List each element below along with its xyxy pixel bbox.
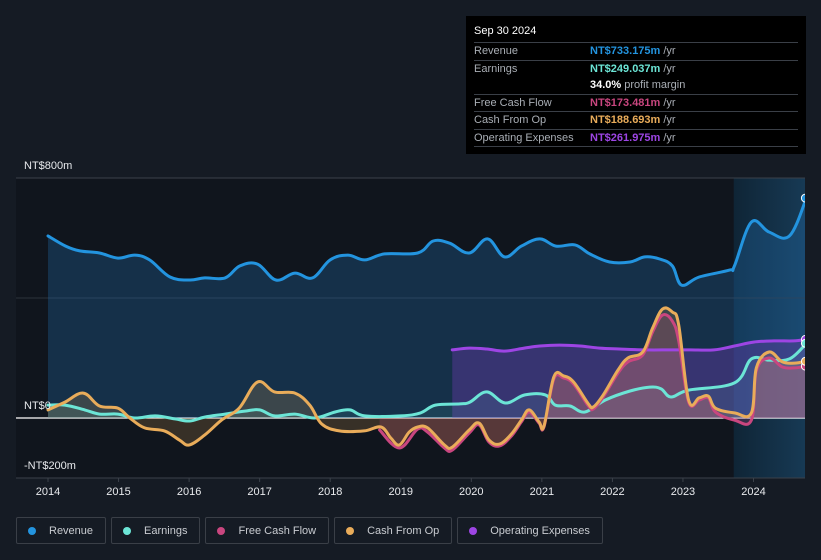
legend-dot-icon [469,526,478,535]
x-tick-label: 2024 [741,486,765,498]
tooltip-panel: Sep 30 2024 Revenue NT$733.175m /yr Earn… [466,16,806,154]
legend-dot-icon [217,526,226,535]
x-tick-label: 2017 [247,486,271,498]
x-tick-label: 2021 [530,486,554,498]
tooltip-unit: /yr [663,96,676,109]
tooltip-label: Cash From Op [474,114,547,127]
tooltip-unit: profit margin [624,79,686,92]
x-tick-label: 2018 [318,486,342,498]
tooltip-label: Free Cash Flow [474,96,552,109]
y-tick-label-800: NT$800m [24,160,73,172]
legend-item-operating-expenses[interactable]: Operating Expenses [457,517,603,544]
legend-label: Revenue [49,524,94,537]
tooltip-value: NT$733.175m [590,45,661,58]
tooltip-row-cash-from-op: Cash From Op NT$188.693m /yr [474,112,798,130]
tooltip-row-earnings: Earnings NT$249.037m /yr [474,61,798,78]
tooltip-unit: /yr [663,131,676,144]
legend-item-earnings[interactable]: Earnings [111,517,201,544]
y-tick-label-0: NT$0 [24,400,51,412]
x-tick-label: 2022 [600,486,624,498]
tooltip-label: Earnings [474,62,518,75]
tooltip-unit: /yr [663,114,676,127]
right-margin [805,178,821,479]
tooltip-label: Revenue [474,45,519,58]
tooltip-value: NT$173.481m [590,96,661,109]
legend-dot-icon [28,526,36,535]
x-tick-label: 2016 [177,486,201,498]
legend-label: Earnings [144,524,188,537]
tooltip-value: NT$249.037m [590,62,661,75]
tooltip-unit: /yr [663,45,676,58]
tooltip-row-revenue: Revenue NT$733.175m /yr [474,43,798,61]
tooltip-date: Sep 30 2024 [474,24,798,43]
tooltip-value: NT$261.975m [590,131,661,144]
legend-label: Free Cash Flow [238,524,317,537]
legend-item-cash-from-op[interactable]: Cash From Op [334,517,453,544]
legend-dot-icon [123,526,132,535]
y-tick-label-neg200: -NT$200m [24,460,76,472]
tooltip-row-free-cash-flow: Free Cash Flow NT$173.481m /yr [474,95,798,112]
x-tick-label: 2019 [389,486,413,498]
tooltip-unit: /yr [663,62,676,75]
x-tick-label: 2015 [106,486,130,498]
legend-label: Operating Expenses [490,524,590,537]
tooltip-row-operating-expenses: Operating Expenses NT$261.975m /yr [474,130,798,147]
legend-item-revenue[interactable]: Revenue [16,517,107,544]
tooltip-label: Operating Expenses [474,131,574,144]
legend: Revenue Earnings Free Cash Flow Cash Fro… [16,517,603,544]
x-tick-label: 2020 [459,486,483,498]
legend-item-free-cash-flow[interactable]: Free Cash Flow [205,517,330,544]
tooltip-value: 34.0% [590,79,622,92]
legend-label: Cash From Op [367,524,440,537]
tooltip-row-profit-margin: 34.0% profit margin [474,77,798,95]
x-tick-label: 2023 [671,486,695,498]
x-tick-label: 2014 [36,486,60,498]
legend-dot-icon [346,526,355,535]
tooltip-value: NT$188.693m [590,114,661,127]
